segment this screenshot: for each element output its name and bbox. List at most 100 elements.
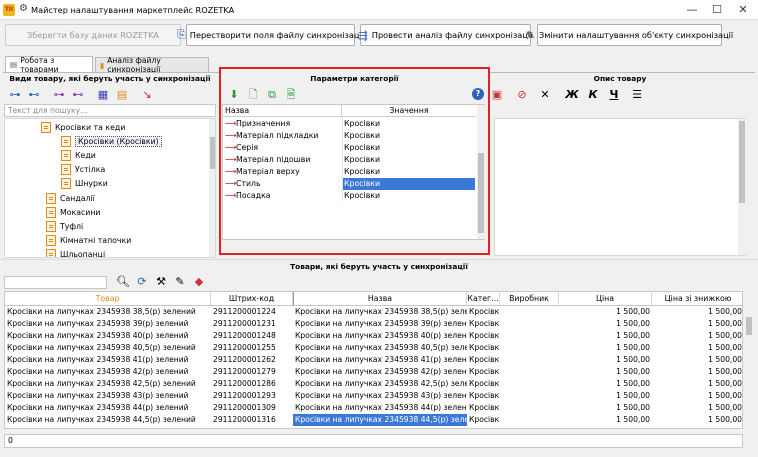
underline-button[interactable]: Ч bbox=[607, 88, 621, 102]
download-icon[interactable]: ⬇ bbox=[227, 88, 241, 102]
cell-category[interactable]: Кросівки Ессо bbox=[467, 306, 500, 318]
tree-node[interactable]: Кімнатні тапочки bbox=[46, 233, 131, 247]
cell-barcode[interactable]: 2911200001262 bbox=[211, 354, 293, 366]
tree-node[interactable]: Кеди bbox=[61, 148, 96, 162]
cell-discount[interactable]: 1 500,00 bbox=[652, 366, 742, 378]
cell-product[interactable]: Кросівки на липучках 2345938 42,5(р) зел… bbox=[5, 378, 211, 390]
cell-product[interactable]: Кросівки на липучках 2345938 42(р) зелен… bbox=[5, 366, 211, 378]
cell-category[interactable]: Кросівки Ессо bbox=[467, 366, 500, 378]
param-row[interactable]: ⟿ Матеріал верху Кросівки bbox=[223, 166, 476, 178]
cell-product[interactable]: Кросівки на липучках 2345938 40,5(р) зел… bbox=[5, 342, 211, 354]
cell-discount[interactable]: 1 500,00 bbox=[652, 306, 742, 318]
add-node-icon[interactable]: ⊶ bbox=[8, 88, 22, 102]
cell-category[interactable]: Кросівки Ессо bbox=[467, 330, 500, 342]
param-value-selected[interactable]: Кросівки bbox=[343, 178, 475, 190]
tree-scrollbar[interactable] bbox=[209, 119, 215, 257]
cell-discount[interactable]: 1 500,00 bbox=[652, 402, 742, 414]
col-category[interactable]: Катег... bbox=[467, 292, 500, 306]
cell-barcode[interactable]: 2911200001255 bbox=[211, 342, 293, 354]
cell-price[interactable]: 1 500,00 bbox=[559, 414, 652, 426]
italic-button[interactable]: К bbox=[586, 88, 600, 102]
param-value[interactable]: Кросівки bbox=[344, 142, 380, 154]
param-value[interactable]: Кросівки bbox=[344, 154, 380, 166]
param-value[interactable]: Кросівки bbox=[344, 166, 380, 178]
cell-barcode[interactable]: 2911200001286 bbox=[211, 378, 293, 390]
param-value[interactable]: Кросівки bbox=[344, 190, 380, 202]
param-value[interactable]: Кросівки bbox=[344, 130, 380, 142]
cell-name[interactable]: Кросівки на липучках 2345938 40(р) зелен… bbox=[293, 330, 467, 342]
settings-doc-icon[interactable]: 🗎 bbox=[284, 88, 298, 102]
cell-discount[interactable]: 1 500,00 bbox=[652, 378, 742, 390]
param-row[interactable]: ⟿ Посадка Кросівки bbox=[223, 190, 476, 202]
cell-price[interactable]: 1 500,00 bbox=[559, 390, 652, 402]
cell-price[interactable]: 1 500,00 bbox=[559, 318, 652, 330]
cell-product[interactable]: Кросівки на липучках 2345938 39(р) зелен… bbox=[5, 318, 211, 330]
cell-price[interactable]: 1 500,00 bbox=[559, 402, 652, 414]
cell-barcode[interactable]: 2911200001248 bbox=[211, 330, 293, 342]
change-settings-button[interactable]: ✎ Змінити налаштування об'єкту синхроніза… bbox=[526, 24, 733, 46]
col-barcode[interactable]: Штрих-код bbox=[211, 292, 293, 306]
tree-node-selected[interactable]: Кросівки (Кросівки) bbox=[61, 134, 162, 148]
cell-price[interactable]: 1 500,00 bbox=[559, 306, 652, 318]
layers-icon[interactable]: ◆ bbox=[192, 275, 206, 289]
maximize-button[interactable]: ☐ bbox=[705, 2, 729, 18]
cell-barcode[interactable]: 2911200001224 bbox=[211, 306, 293, 318]
tree-node[interactable]: Сандалії bbox=[46, 191, 95, 205]
cell-category[interactable]: Кросівки Ессо bbox=[467, 414, 500, 426]
cell-discount[interactable]: 1 500,00 bbox=[652, 354, 742, 366]
col-product[interactable]: Товар bbox=[5, 292, 211, 306]
cell-barcode[interactable]: 2911200001293 bbox=[211, 390, 293, 402]
param-row[interactable]: ⟿ Матеріал підкладки Кросівки bbox=[223, 130, 476, 142]
help-icon[interactable]: ? bbox=[472, 88, 484, 100]
edit-pen-icon[interactable]: ✎ bbox=[173, 275, 187, 289]
desc-scrollbar[interactable] bbox=[738, 119, 746, 255]
col-maker[interactable]: Виробник bbox=[500, 292, 559, 306]
description-editor[interactable] bbox=[494, 118, 746, 256]
col-name[interactable]: Назва bbox=[293, 292, 467, 306]
table-icon[interactable]: ▤ bbox=[115, 88, 129, 102]
cell-barcode[interactable]: 2911200001309 bbox=[211, 402, 293, 414]
cell-category[interactable]: Кросівки Ессо bbox=[467, 402, 500, 414]
save-db-button[interactable]: Зберегти базу даних ROZETKA bbox=[5, 24, 181, 46]
cell-category[interactable]: Кросівки Ессо bbox=[467, 318, 500, 330]
tab-analysis[interactable]: ▮ Аналіз файлу синхронізації bbox=[95, 56, 209, 74]
cell-category[interactable]: Кросівки Ессо bbox=[467, 378, 500, 390]
tab-products[interactable]: ▤ Робота з товарами bbox=[5, 56, 93, 74]
tree-node[interactable]: Шльопанці bbox=[46, 247, 105, 257]
tree-node[interactable]: Устілка bbox=[61, 162, 105, 176]
cell-name[interactable]: Кросівки на липучках 2345938 44(р) зелен… bbox=[293, 402, 467, 414]
cell-price[interactable]: 1 500,00 bbox=[559, 330, 652, 342]
cell-name[interactable]: Кросівки на липучках 2345938 41(р) зелен… bbox=[293, 354, 467, 366]
minimize-button[interactable]: — bbox=[680, 2, 704, 18]
cell-product[interactable]: Кросівки на липучках 2345938 38,5(р) зел… bbox=[5, 306, 211, 318]
products-scroll-thumb[interactable] bbox=[746, 317, 752, 335]
cell-discount[interactable]: 1 500,00 bbox=[652, 318, 742, 330]
param-row[interactable]: ⟿ Призначення Кросівки bbox=[223, 118, 476, 130]
products-filter-input[interactable] bbox=[4, 276, 107, 289]
cell-name[interactable]: Кросівки на липучках 2345938 39(р) зелен… bbox=[293, 318, 467, 330]
col-discount[interactable]: Ціна зі знижкою bbox=[652, 292, 742, 306]
cell-category[interactable]: Кросівки Ессо bbox=[467, 354, 500, 366]
params-col-value[interactable]: Значення bbox=[342, 105, 476, 117]
cell-category[interactable]: Кросівки Ессо bbox=[467, 342, 500, 354]
cell-price[interactable]: 1 500,00 bbox=[559, 354, 652, 366]
save-icon[interactable]: ▣ bbox=[490, 88, 504, 102]
cell-product[interactable]: Кросівки на липучках 2345938 43(р) зелен… bbox=[5, 390, 211, 402]
copy-doc-icon[interactable]: ⧉ bbox=[265, 88, 279, 102]
cell-barcode[interactable]: 2911200001279 bbox=[211, 366, 293, 378]
recreate-fields-button[interactable]: ⎘ Перестворити поля файлу синхронізації bbox=[177, 24, 364, 46]
cell-barcode[interactable]: 2911200001316 bbox=[211, 414, 293, 426]
close-button[interactable]: ✕ bbox=[731, 2, 755, 18]
analyze-button[interactable]: ⇶ Провести аналіз файлу синхронізації bbox=[359, 24, 532, 46]
remove-arrow-icon[interactable]: ↘ bbox=[140, 88, 154, 102]
products-scrollbar[interactable] bbox=[743, 291, 755, 448]
cell-price[interactable]: 1 500,00 bbox=[559, 378, 652, 390]
params-scrollbar[interactable] bbox=[477, 105, 485, 239]
refresh-icon[interactable]: ⟳ bbox=[135, 275, 149, 289]
cell-name[interactable]: Кросівки на липучках 2345938 44,5(р) зел… bbox=[293, 414, 467, 426]
col-price[interactable]: Ціна bbox=[559, 292, 652, 306]
cell-discount[interactable]: 1 500,00 bbox=[652, 330, 742, 342]
cell-discount[interactable]: 1 500,00 bbox=[652, 390, 742, 402]
cell-name[interactable]: Кросівки на липучках 2345938 42(р) зелен… bbox=[293, 366, 467, 378]
param-row[interactable]: ⟿ Стиль Кросівки bbox=[223, 178, 476, 190]
